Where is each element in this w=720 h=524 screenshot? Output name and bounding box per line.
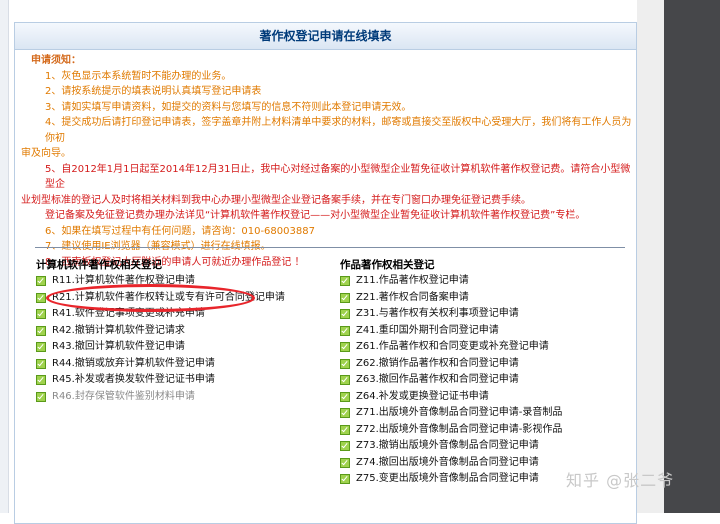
- check-icon: [36, 276, 46, 287]
- list-item[interactable]: Z63.撤回作品著作权和合同登记申请: [340, 372, 620, 389]
- list-item[interactable]: Z41.重印国外期刊合同登记申请: [340, 323, 620, 340]
- link-r45[interactable]: R45.补发或者换发软件登记证书申请: [52, 372, 215, 389]
- check-icon: [36, 375, 46, 386]
- check-icon: [36, 342, 46, 353]
- software-registration-list: 计算机软件著作权相关登记 R11.计算机软件著作权登记申请 R21.计算机软件著…: [36, 257, 336, 405]
- link-r44[interactable]: R44.撤销或放弃计算机软件登记申请: [52, 356, 215, 373]
- list-item-disabled: R46.封存保管软件鉴别材料申请: [36, 389, 336, 406]
- check-icon: [340, 424, 350, 435]
- list-item[interactable]: Z73.撤销出版境外音像制品合同登记申请: [340, 438, 620, 455]
- check-icon: [340, 325, 350, 336]
- link-z75[interactable]: Z75.变更出版境外音像制品合同登记申请: [356, 471, 539, 488]
- notice-item-5-cont: 业划型标准的登记人及时将相关材料到我中心办理小型微型企业登记备案手续，并在专门窗…: [21, 194, 531, 206]
- list-item[interactable]: Z72.出版境外音像制品合同登记申请-影视作品: [340, 422, 620, 439]
- check-icon: [340, 375, 350, 386]
- list-item[interactable]: R42.撤销计算机软件登记请求: [36, 323, 336, 340]
- notice-item-3: 3、请如实填写申请资料，如提交的资料与您填写的信息不符则此本登记申请无效。: [45, 101, 412, 113]
- check-icon: [340, 292, 350, 303]
- link-z74[interactable]: Z74.撤回出版境外音像制品合同登记申请: [356, 455, 539, 472]
- link-z11[interactable]: Z11.作品著作权登记申请: [356, 273, 469, 290]
- link-z21[interactable]: Z21.著作权合同备案申请: [356, 290, 469, 307]
- list-item[interactable]: R44.撤销或放弃计算机软件登记申请: [36, 356, 336, 373]
- check-icon: [36, 325, 46, 336]
- check-icon: [340, 391, 350, 402]
- link-z61[interactable]: Z61.作品著作权和合同变更或补充登记申请: [356, 339, 549, 356]
- notice-item-5: 5、自2012年1月1日起至2014年12月31日止，我中心对经过备案的小型微型…: [45, 163, 631, 191]
- list-item[interactable]: Z31.与著作权有关权利事项登记申请: [340, 306, 620, 323]
- link-z41[interactable]: Z41.重印国外期刊合同登记申请: [356, 323, 499, 340]
- link-z72[interactable]: Z72.出版境外音像制品合同登记申请-影视作品: [356, 422, 562, 439]
- dark-side-panel: [664, 0, 720, 513]
- right-gutter: [637, 0, 664, 513]
- red-highlight-ellipse: [46, 284, 255, 312]
- notice-item-6: 6、如果在填写过程中有任何问题，请咨询：010-68003887: [45, 225, 315, 237]
- check-icon: [36, 309, 46, 320]
- label-r46: R46.封存保管软件鉴别材料申请: [52, 390, 195, 402]
- section-divider: [35, 247, 625, 248]
- link-z62[interactable]: Z62.撤销作品著作权和合同登记申请: [356, 356, 519, 373]
- watermark: 知乎 @张二爷: [566, 471, 675, 490]
- list-item[interactable]: Z61.作品著作权和合同变更或补充登记申请: [340, 339, 620, 356]
- check-icon: [36, 358, 46, 369]
- link-z64[interactable]: Z64.补发或更换登记证书申请: [356, 389, 489, 406]
- notice-item-4: 4、提交成功后请打印登记申请表，签字盖章并附上材料清单中要求的材料，邮寄或直接交…: [45, 117, 632, 144]
- left-sidebar-strip: [0, 0, 9, 513]
- list-item[interactable]: Z21.著作权合同备案申请: [340, 290, 620, 307]
- list-item[interactable]: Z64.补发或更换登记证书申请: [340, 389, 620, 406]
- check-icon: [340, 474, 350, 485]
- list-item[interactable]: Z71.出版境外音像制品合同登记申请-录音制品: [340, 405, 620, 422]
- notice-item-4-cont: 审及向导。: [21, 148, 71, 159]
- page-title: 著作权登记申请在线填表: [15, 23, 636, 50]
- software-section-header: 计算机软件著作权相关登记: [36, 259, 162, 271]
- list-item[interactable]: Z62.撤销作品著作权和合同登记申请: [340, 356, 620, 373]
- check-icon: [340, 408, 350, 419]
- list-item[interactable]: Z11.作品著作权登记申请: [340, 273, 620, 290]
- link-z31[interactable]: Z31.与著作权有关权利事项登记申请: [356, 306, 519, 323]
- check-icon: [340, 441, 350, 452]
- check-icon: [340, 342, 350, 353]
- check-icon: [340, 309, 350, 320]
- check-icon: [340, 457, 350, 468]
- notice-item-5-link[interactable]: 登记备案及免征登记费办理办法详见“计算机软件著作权登记——对小型微型企业暂免征收…: [21, 208, 633, 224]
- link-r43[interactable]: R43.撤回计算机软件登记申请: [52, 339, 185, 356]
- check-icon: [340, 358, 350, 369]
- notice-section: 申请须知： 1、灰色显示本系统暂时不能办理的业务。 2、请按系统提示的填表说明认…: [21, 53, 633, 270]
- check-icon: [340, 276, 350, 287]
- link-z73[interactable]: Z73.撤销出版境外音像制品合同登记申请: [356, 438, 539, 455]
- check-icon: [36, 292, 46, 303]
- list-item[interactable]: R43.撤回计算机软件登记申请: [36, 339, 336, 356]
- works-section-header: 作品著作权相关登记: [340, 259, 435, 271]
- check-icon: [36, 391, 46, 402]
- link-z63[interactable]: Z63.撤回作品著作权和合同登记申请: [356, 372, 519, 389]
- list-item[interactable]: R45.补发或者换发软件登记证书申请: [36, 372, 336, 389]
- works-registration-list: 作品著作权相关登记 Z11.作品著作权登记申请 Z21.著作权合同备案申请 Z3…: [340, 257, 620, 488]
- link-z71[interactable]: Z71.出版境外音像制品合同登记申请-录音制品: [356, 405, 562, 422]
- notice-heading: 申请须知：: [31, 55, 81, 66]
- notice-item-1: 1、灰色显示本系统暂时不能办理的业务。: [45, 70, 232, 82]
- link-r42[interactable]: R42.撤销计算机软件登记请求: [52, 323, 185, 340]
- notice-item-2: 2、请按系统提示的填表说明认真填写登记申请表: [45, 86, 262, 97]
